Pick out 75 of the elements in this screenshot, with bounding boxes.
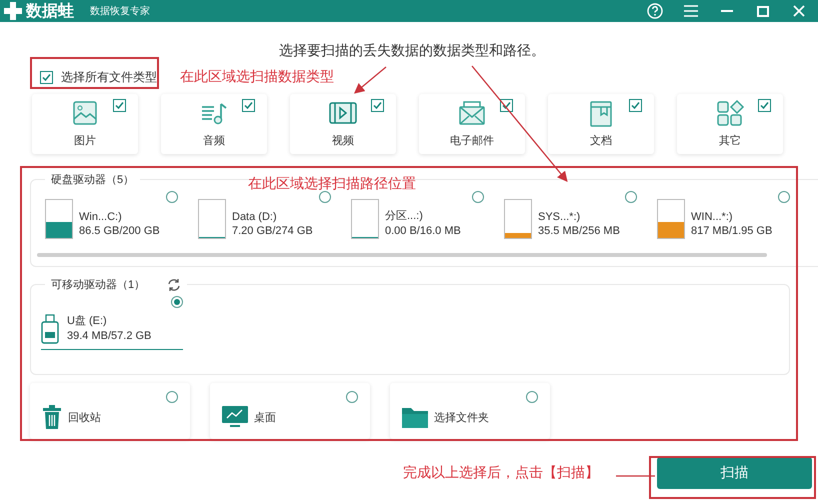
- minimize-icon: [721, 10, 733, 12]
- checkbox[interactable]: [113, 99, 126, 112]
- location-card[interactable]: 回收站: [30, 383, 190, 439]
- folder-icon: [402, 406, 428, 428]
- checkbox[interactable]: [758, 99, 771, 112]
- email-type-icon: [457, 99, 487, 127]
- drive-usage: 86.5 GB/200 GB: [79, 225, 160, 237]
- annotation-note: 在此区域选择扫描路径位置: [248, 175, 416, 193]
- file-type-card[interactable]: 音频: [161, 94, 267, 154]
- drive-name: U盘 (E:): [67, 314, 108, 328]
- location-label: 回收站: [68, 410, 101, 424]
- drive-usage: 0.00 B/16.0 MB: [385, 225, 461, 237]
- location-label: 选择文件夹: [434, 410, 489, 424]
- drive-usage: 35.5 MB/256 MB: [538, 225, 620, 237]
- drive-usage-icon[interactable]: [351, 199, 379, 239]
- checkbox[interactable]: [40, 70, 53, 84]
- drive-usage: 39.4 MB/57.2 GB: [67, 330, 152, 342]
- drive-usage-icon[interactable]: [657, 199, 685, 239]
- drive-usage-icon[interactable]: [45, 199, 73, 239]
- plus-logo-icon: [4, 2, 22, 20]
- select-all-label[interactable]: 选择所有文件类型: [61, 68, 157, 86]
- drive-name: Win...C:): [79, 211, 123, 223]
- usb-drive-item[interactable]: U盘 (E:) 39.4 MB/57.2 GB: [41, 298, 183, 350]
- annotation-arrow: [354, 66, 386, 94]
- other-type-icon: [715, 99, 745, 127]
- drive-usage-icon[interactable]: [504, 199, 532, 239]
- checkbox[interactable]: [242, 99, 255, 112]
- section-label: 可移动驱动器（1）: [51, 278, 146, 292]
- scan-button[interactable]: 扫描: [657, 457, 812, 489]
- file-type-label: 音频: [203, 134, 225, 148]
- checkbox[interactable]: [629, 99, 642, 112]
- radio-button[interactable]: [166, 191, 178, 203]
- drive-usage-icon[interactable]: [198, 199, 226, 239]
- file-type-card[interactable]: 文档: [548, 94, 654, 154]
- usb-drive-icon: [41, 314, 59, 344]
- file-type-label: 文档: [590, 134, 612, 148]
- radio-button[interactable]: [319, 191, 331, 203]
- location-label: 桌面: [254, 410, 276, 424]
- file-type-label: 其它: [719, 134, 741, 148]
- annotation-note: 在此区域选扫描数据类型: [180, 68, 334, 86]
- refresh-icon[interactable]: [167, 278, 182, 292]
- radio-button[interactable]: [625, 191, 637, 203]
- file-type-label: 电子邮件: [450, 134, 494, 148]
- app-name: 数据蛙: [26, 2, 74, 22]
- radio-button[interactable]: [166, 391, 178, 403]
- scrollbar[interactable]: [37, 253, 767, 257]
- file-type-label: 视频: [332, 134, 354, 148]
- section-label: 硬盘驱动器（5）: [51, 173, 134, 187]
- close-icon: [793, 5, 805, 17]
- maximize-icon: [757, 6, 769, 16]
- location-card[interactable]: 选择文件夹: [390, 383, 550, 439]
- file-type-label: 图片: [74, 134, 96, 148]
- radio-button[interactable]: [526, 391, 538, 403]
- radio-button[interactable]: [171, 296, 183, 308]
- file-type-card[interactable]: 视频: [290, 94, 396, 154]
- drive-usage: 7.20 GB/274 GB: [232, 225, 313, 237]
- file-type-card[interactable]: 其它: [677, 94, 783, 154]
- monitor-icon: [222, 406, 248, 428]
- radio-button[interactable]: [472, 191, 484, 203]
- drive-name: 分区...:): [385, 209, 424, 223]
- annotation-note: 完成以上选择后，点击【扫描】: [403, 464, 599, 482]
- drive-name: WIN...*:): [691, 211, 734, 223]
- app-subtitle: 数据恢复专家: [90, 4, 150, 18]
- file-type-card[interactable]: 图片: [32, 94, 138, 154]
- location-card[interactable]: 桌面: [210, 383, 370, 439]
- radio-button[interactable]: [778, 191, 790, 203]
- trash-icon: [42, 405, 62, 429]
- drive-usage: 817 MB/1.95 GB: [691, 225, 772, 237]
- file-type-card[interactable]: 电子邮件: [419, 94, 525, 154]
- leader-line: [616, 475, 655, 477]
- checkbox[interactable]: [371, 99, 384, 112]
- drive-name: Data (D:): [232, 211, 278, 223]
- drive-name: SYS...*:): [538, 211, 582, 223]
- radio-button[interactable]: [346, 391, 358, 403]
- instruction-heading: 选择要扫描的丢失数据的数据类型和路径。: [278, 42, 546, 60]
